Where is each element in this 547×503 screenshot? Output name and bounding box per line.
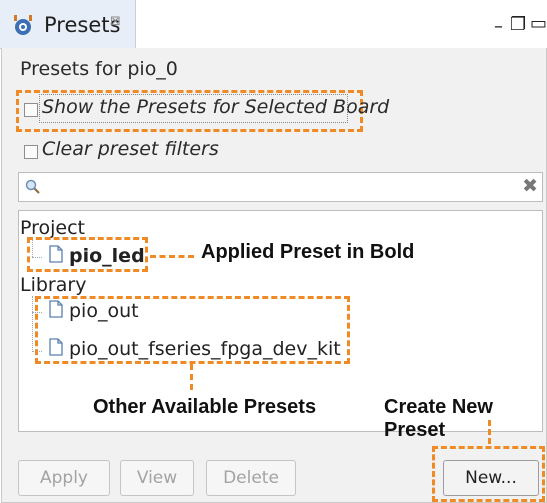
document-icon	[49, 300, 63, 318]
search-field[interactable]: ✖	[18, 172, 543, 202]
tree-category-project[interactable]: Project	[20, 217, 85, 239]
presets-app-icon	[14, 15, 32, 35]
presets-for-label: Presets for pio_0	[20, 58, 178, 80]
annotation-other: Other Available Presets	[93, 396, 317, 418]
document-icon	[49, 338, 63, 356]
annotation-create: Create New Preset	[384, 396, 493, 441]
focus-outline	[39, 94, 348, 123]
view-button[interactable]: View	[120, 460, 194, 496]
show-presets-checkbox[interactable]	[24, 103, 38, 117]
search-input[interactable]	[45, 176, 509, 200]
clear-filters-checkbox[interactable]	[24, 145, 38, 159]
clear-search-icon[interactable]: ✖	[522, 175, 538, 197]
search-icon	[25, 179, 40, 194]
restore-icon[interactable]: ❐	[510, 14, 526, 35]
tab-title: Presets	[44, 13, 121, 37]
delete-button[interactable]: Delete	[206, 460, 296, 496]
tab-presets[interactable]: Presets ⊠	[0, 0, 136, 49]
apply-button[interactable]: Apply	[18, 460, 110, 496]
annotation-applied: Applied Preset in Bold	[201, 241, 415, 263]
minimize-icon[interactable]: –	[494, 16, 503, 37]
tree-item-pio-out[interactable]: pio_out	[69, 300, 139, 322]
document-icon	[49, 245, 63, 263]
annotation-leader	[150, 255, 194, 258]
tree-connector	[32, 296, 33, 352]
annotation-leader	[190, 364, 193, 390]
tree-item-pio-out-fseries[interactable]: pio_out_fseries_fpga_dev_kit	[69, 338, 341, 360]
tree-category-library[interactable]: Library	[20, 274, 86, 296]
annotation-leader	[488, 420, 491, 444]
close-icon[interactable]: ⊠	[110, 14, 121, 29]
tree-item-pio-led[interactable]: pio_led	[69, 245, 145, 267]
new-preset-button[interactable]: New...	[443, 460, 539, 496]
clear-filters-label[interactable]: Clear preset filters	[42, 138, 219, 160]
maximize-icon[interactable]: ▭	[530, 13, 547, 34]
